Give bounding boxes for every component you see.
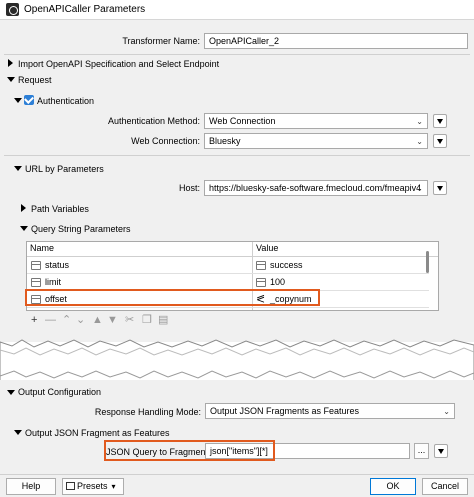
section-url-by-params[interactable]: URL by Parameters	[25, 164, 104, 174]
divider	[4, 54, 470, 55]
response-mode-value: Output JSON Fragments as Features	[210, 406, 360, 416]
auth-method-value: Web Connection	[209, 116, 276, 126]
collapse-down-icon[interactable]	[14, 98, 22, 103]
transformer-name-label: Transformer Name:	[122, 36, 200, 46]
chevron-down-icon: ⌄	[416, 117, 423, 126]
dropdown-arrow-icon: ▾	[111, 482, 116, 491]
chevron-down-icon: ⌄	[443, 407, 450, 416]
section-import-spec[interactable]: Import OpenAPI Specification and Select …	[18, 59, 219, 69]
param-name[interactable]: status	[45, 257, 69, 274]
host-value: https://bluesky-safe-software.fmecloud.c…	[209, 183, 422, 193]
host-label: Host:	[178, 183, 200, 193]
attribute-icon	[31, 261, 41, 270]
presets-label: Presets	[77, 481, 108, 491]
authentication-checkbox[interactable]	[24, 95, 34, 105]
auth-method-select[interactable]: Web Connection ⌄	[204, 113, 428, 129]
response-mode-label: Response Handling Mode:	[94, 407, 201, 417]
ellipsis-button[interactable]: ...	[414, 443, 429, 459]
auth-method-label: Authentication Method:	[107, 116, 200, 126]
host-menu-button[interactable]	[433, 181, 447, 195]
collapse-down-icon[interactable]	[20, 226, 28, 231]
section-authentication: Authentication	[37, 96, 95, 106]
chevron-down-icon: ⌄	[416, 137, 423, 146]
app-icon	[6, 3, 19, 16]
response-mode-select[interactable]: Output JSON Fragments as Features ⌄	[205, 403, 455, 419]
move-top-icon[interactable]: ▲	[92, 314, 103, 326]
section-output-json-fragment[interactable]: Output JSON Fragment as Features	[25, 428, 170, 438]
web-connection-label: Web Connection:	[131, 136, 200, 146]
move-bottom-icon[interactable]: ▼	[107, 314, 118, 326]
divider	[4, 155, 470, 156]
json-query-menu-button[interactable]	[434, 444, 448, 458]
json-query-highlight	[104, 440, 275, 461]
table-scrollbar[interactable]	[426, 251, 429, 273]
collapse-down-icon[interactable]	[14, 166, 22, 171]
expand-right-icon[interactable]	[21, 204, 26, 212]
title-bar: OpenAPICaller Parameters	[0, 0, 474, 20]
window-title: OpenAPICaller Parameters	[24, 4, 146, 15]
transformer-name-input[interactable]: OpenAPICaller_2	[204, 33, 468, 49]
collapse-down-icon[interactable]	[7, 77, 15, 82]
attribute-icon	[256, 278, 266, 287]
move-up-icon[interactable]: ⌃	[62, 314, 71, 326]
attribute-icon	[256, 261, 266, 270]
presets-button[interactable]: Presets ▾	[62, 478, 124, 495]
cancel-button[interactable]: Cancel	[422, 478, 468, 495]
copy-icon[interactable]: ❐	[142, 314, 152, 326]
collapse-down-icon[interactable]	[14, 430, 22, 435]
section-output-config[interactable]: Output Configuration	[18, 387, 101, 397]
move-down-icon[interactable]: ⌄	[76, 314, 85, 326]
table-row[interactable]: status success	[27, 257, 429, 274]
column-header-name[interactable]: Name	[27, 242, 252, 257]
ok-button[interactable]: OK	[370, 478, 416, 495]
collapse-down-icon[interactable]	[7, 390, 15, 395]
add-row-icon[interactable]: +	[31, 314, 37, 326]
torn-edge	[0, 339, 474, 382]
section-request[interactable]: Request	[18, 75, 52, 85]
presets-icon	[66, 482, 75, 490]
auth-method-menu-button[interactable]	[433, 114, 447, 128]
attribute-icon	[31, 278, 41, 287]
web-connection-menu-button[interactable]	[433, 134, 447, 148]
help-button[interactable]: Help	[6, 478, 56, 495]
web-connection-value: Bluesky	[209, 136, 241, 146]
divider	[0, 474, 474, 475]
param-value[interactable]: success	[270, 257, 303, 274]
section-query-string[interactable]: Query String Parameters	[31, 224, 131, 234]
offset-row-highlight	[25, 289, 320, 306]
expand-right-icon[interactable]	[8, 59, 13, 67]
section-path-variables[interactable]: Path Variables	[31, 204, 89, 214]
paste-icon[interactable]: ▤	[158, 314, 168, 326]
cut-icon[interactable]: ✂	[125, 314, 134, 326]
web-connection-select[interactable]: Bluesky ⌄	[204, 133, 428, 149]
host-select[interactable]: https://bluesky-safe-software.fmecloud.c…	[204, 180, 428, 196]
remove-row-icon[interactable]: —	[45, 314, 56, 326]
column-header-value[interactable]: Value	[252, 242, 438, 257]
chevron-down-icon: ⌄	[416, 184, 423, 193]
